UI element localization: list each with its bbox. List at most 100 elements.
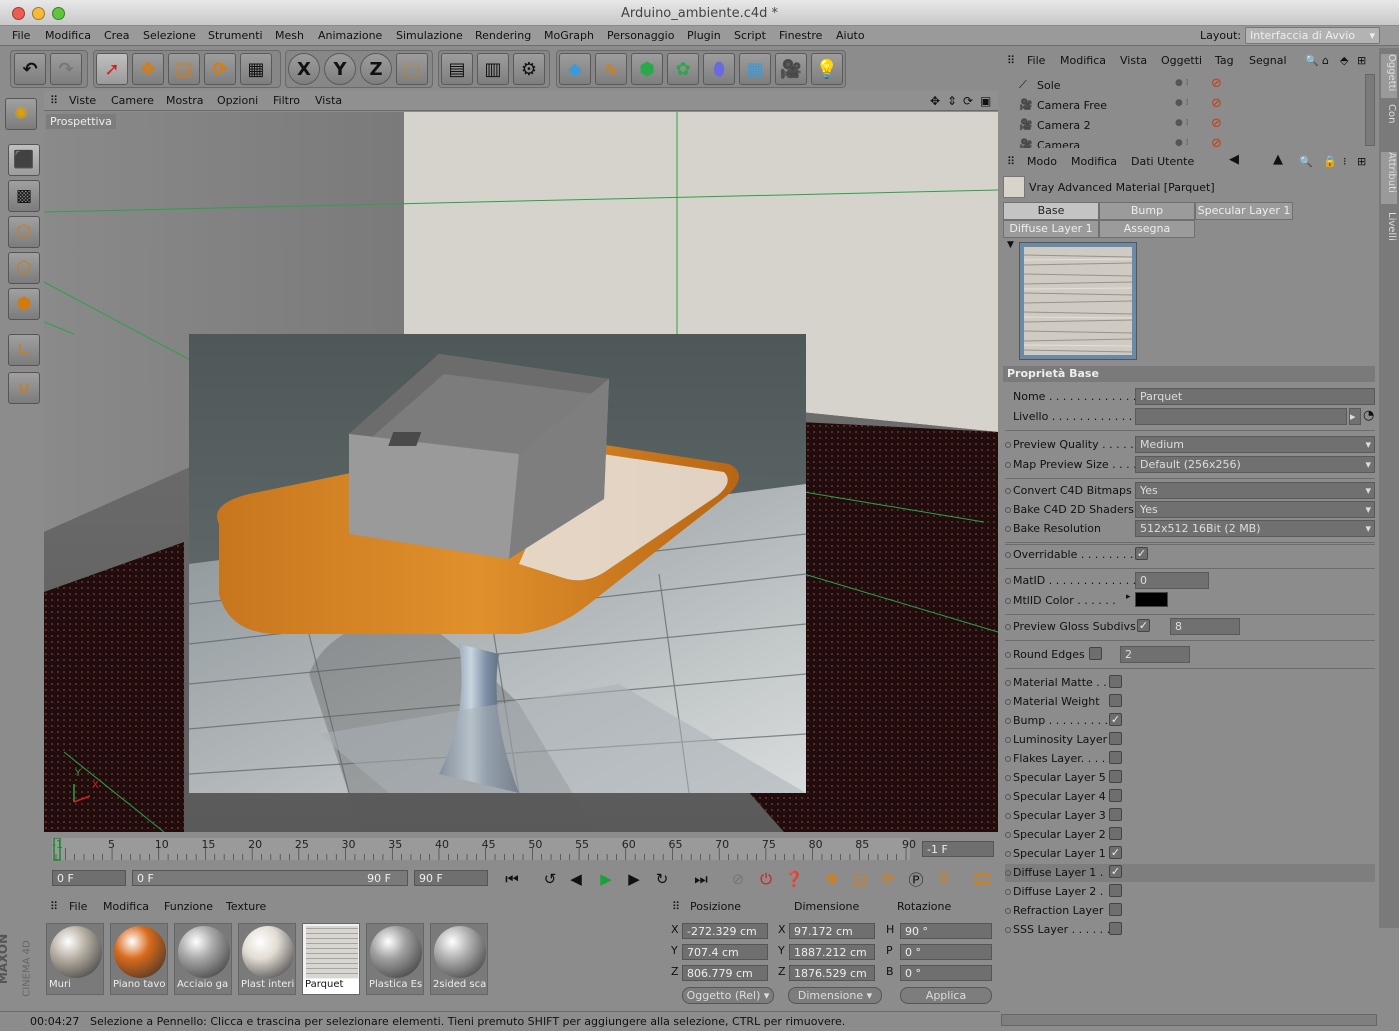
menu-simulazione[interactable]: Simulazione	[396, 29, 463, 42]
animation-dot-icon[interactable]	[1005, 756, 1011, 762]
dimension-mode-select[interactable]: Dimensione ▾	[788, 987, 882, 1004]
layer-checkbox[interactable]	[1109, 770, 1122, 783]
drag-handle-icon[interactable]: ⠿	[50, 94, 58, 107]
object-row[interactable]: 🎥 Camera ● ⁞ ⊘	[1005, 136, 1365, 148]
object-list-scrollbar[interactable]	[1365, 74, 1375, 146]
end-frame-field[interactable]: 90 F	[414, 870, 488, 886]
camera-button[interactable]: 🎥	[775, 53, 807, 85]
round-edges-field[interactable]: 2	[1120, 646, 1190, 663]
menu-mesh[interactable]: Mesh	[275, 29, 304, 42]
layer-checkbox[interactable]	[1109, 884, 1122, 897]
go-to-end-button[interactable]: ⏭	[689, 867, 713, 891]
obj-menu-vista[interactable]: Vista	[1120, 54, 1147, 67]
attr-menu-dati-utente[interactable]: Dati Utente	[1131, 155, 1194, 168]
light-button[interactable]: 💡	[811, 53, 843, 85]
menu-file[interactable]: File	[12, 29, 30, 42]
gloss-subdivs-field[interactable]: 8	[1170, 618, 1240, 635]
record-active-button[interactable]: ⊘	[726, 867, 750, 891]
viewport-3d[interactable]: Prospettiva Y X	[44, 112, 998, 832]
vp-menu-vista[interactable]: Vista	[315, 94, 342, 107]
tab-livelli[interactable]: Livelli	[1381, 212, 1397, 241]
property-dropdown[interactable]: 512x512 16Bit (2 MB) ▾	[1135, 520, 1375, 537]
polygons-mode-button[interactable]: ⬢	[8, 288, 40, 320]
vp-menu-mostra[interactable]: Mostra	[166, 94, 204, 107]
object-row[interactable]: 🎥 Camera Free ● ⁞ ⊘	[1005, 96, 1365, 116]
next-key-button[interactable]: ↻	[650, 867, 674, 891]
animation-dot-icon[interactable]	[1005, 507, 1011, 513]
autokey-button[interactable]: ⏻	[754, 867, 778, 891]
compositing-tag-icon[interactable]: ⊘	[1211, 136, 1222, 148]
make-editable-button[interactable]: ✺	[5, 98, 37, 130]
property-dropdown[interactable]: Yes ▾	[1135, 501, 1375, 518]
vp-menu-camere[interactable]: Camere	[111, 94, 154, 107]
expand-triangle-icon[interactable]: ▸	[1126, 592, 1131, 602]
lock-icon[interactable]: 🔒	[1323, 155, 1337, 168]
visibility-dots-icon[interactable]: ● ⁞	[1175, 138, 1189, 148]
compositing-tag-icon[interactable]: ⊘	[1211, 116, 1222, 131]
vp-menu-opzioni[interactable]: Opzioni	[217, 94, 258, 107]
floor-button[interactable]: ▦	[739, 53, 771, 85]
material-3[interactable]: Plast interi	[238, 923, 296, 995]
menu-animazione[interactable]: Animazione	[318, 29, 382, 42]
animation-dot-icon[interactable]	[1005, 488, 1011, 494]
menu-selezione[interactable]: Selezione	[143, 29, 196, 42]
coordinate-mode-select[interactable]: Oggetto (Rel) ▾	[682, 987, 774, 1004]
layer-checkbox[interactable]	[1109, 789, 1122, 802]
gloss-subdivs-checkbox[interactable]: ✓	[1137, 619, 1150, 632]
menu-finestre[interactable]: Finestre	[779, 29, 822, 42]
animation-dot-icon[interactable]	[1005, 624, 1011, 630]
layer-checkbox[interactable]: ✓	[1109, 865, 1122, 878]
level-field[interactable]	[1135, 408, 1347, 425]
material-1[interactable]: Piano tavo	[110, 923, 168, 995]
animation-dot-icon[interactable]	[1005, 927, 1011, 933]
mat-menu-texture[interactable]: Texture	[226, 900, 266, 913]
level-arrow-button[interactable]: ▸	[1349, 408, 1361, 425]
layer-checkbox[interactable]: ✓	[1109, 713, 1122, 726]
move-button[interactable]: ✥	[132, 53, 164, 85]
menu-mograph[interactable]: MoGraph	[544, 29, 594, 42]
obj-menu-segnal[interactable]: Segnal	[1249, 54, 1287, 67]
material-6[interactable]: 2sided sca	[430, 923, 488, 995]
render-view-button[interactable]: ▤	[441, 53, 473, 85]
up-arrow-icon[interactable]: ▲	[1273, 152, 1283, 167]
render-picture-viewer-button[interactable]: ▥	[477, 53, 509, 85]
rotate-button[interactable]: ⟳	[204, 53, 236, 85]
property-dropdown[interactable]: Medium ▾	[1135, 436, 1375, 453]
z-axis-button[interactable]: Z	[360, 53, 392, 85]
attr-tab[interactable]: Assegna	[1099, 220, 1195, 238]
matid-field[interactable]: 0	[1135, 572, 1209, 589]
y-axis-button[interactable]: Y	[324, 53, 356, 85]
rotation-field[interactable]: 90 °	[900, 923, 992, 939]
menu-rendering[interactable]: Rendering	[475, 29, 531, 42]
compositing-tag-icon[interactable]: ⊘	[1211, 96, 1222, 111]
animation-dot-icon[interactable]	[1005, 598, 1011, 604]
layer-checkbox[interactable]	[1109, 751, 1122, 764]
timeline[interactable]: -1 5 10 15 20 25 30 35 40 45 50 55 60 65 70 75 80 85 90 -1…	[44, 838, 998, 862]
attr-tab[interactable]: Base	[1003, 202, 1099, 220]
mat-menu-funzione[interactable]: Funzione	[164, 900, 213, 913]
recent-tools-button[interactable]: ▦	[240, 53, 272, 85]
scale-button[interactable]: ◲	[168, 53, 200, 85]
edges-mode-button[interactable]: ⬡	[8, 252, 40, 284]
animation-dot-icon[interactable]	[1005, 652, 1011, 658]
axis-mode-button[interactable]: ∟	[8, 334, 40, 366]
array-button[interactable]: ✿	[667, 53, 699, 85]
material-preview[interactable]	[1019, 242, 1137, 360]
menu-modifica[interactable]: Modifica	[45, 29, 91, 42]
animation-dot-icon[interactable]	[1005, 775, 1011, 781]
dimension-field[interactable]: 97.172 cm	[789, 923, 875, 939]
rotation-field[interactable]: 0 °	[900, 944, 992, 960]
deformer-button[interactable]: ⬮	[703, 53, 735, 85]
zoom-view-icon[interactable]: ⇕	[947, 94, 957, 108]
drag-handle-icon[interactable]: ⠿	[1007, 155, 1015, 168]
animation-dot-icon[interactable]	[1005, 889, 1011, 895]
mtlid-color-swatch[interactable]	[1135, 592, 1168, 607]
menu-strumenti[interactable]: Strumenti	[208, 29, 263, 42]
menu-personaggio[interactable]: Personaggio	[607, 29, 674, 42]
go-to-start-button[interactable]: ⏮	[500, 867, 524, 891]
mat-menu-modifica[interactable]: Modifica	[103, 900, 149, 913]
undo-button[interactable]: ↶	[14, 53, 46, 85]
tab-con[interactable]: Con	[1381, 104, 1397, 123]
play-button[interactable]: ▶	[594, 867, 618, 891]
layer-checkbox[interactable]	[1109, 694, 1122, 707]
